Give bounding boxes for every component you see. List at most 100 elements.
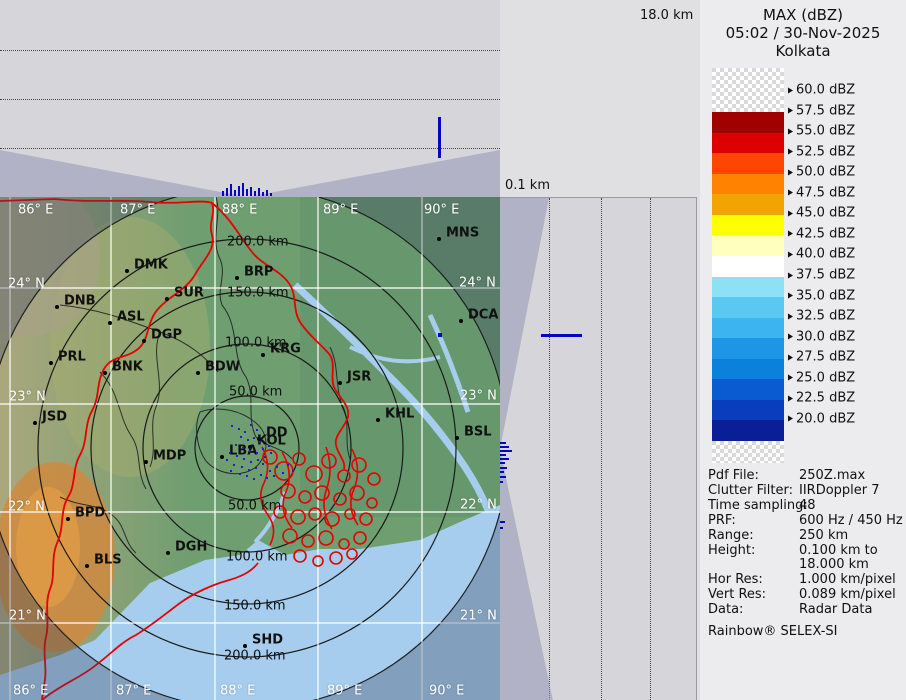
legend-tick-label: 32.5 dBZ: [796, 310, 855, 323]
city-label-SUR: SUR: [174, 287, 204, 300]
city-label-BDW: BDW: [205, 361, 240, 374]
clutter-tick: [242, 183, 244, 196]
clutter-speck: [292, 470, 294, 472]
city-marker-SHD: [243, 644, 247, 648]
legend-tick: 37.5 dBZ: [788, 269, 855, 282]
clutter-tick: [246, 189, 248, 196]
clutter-speck: [250, 424, 252, 426]
range-ring-label: 150.0 km: [227, 287, 289, 300]
clutter-tick: [266, 190, 268, 196]
latitude-label: 24° N: [459, 277, 496, 290]
radar-site-name: Kolkata: [700, 42, 906, 60]
metadata-label: Clutter Filter:: [708, 484, 799, 499]
city-label-BNK: BNK: [112, 361, 143, 374]
clutter-speck: [233, 464, 235, 466]
metadata-value: 250 km: [799, 529, 848, 544]
clutter-tick: [226, 188, 228, 196]
legend-tick: 52.5 dBZ: [788, 145, 855, 158]
clutter-speck: [253, 437, 255, 439]
clutter-tick: [500, 458, 509, 460]
legend-tick: 35.0 dBZ: [788, 289, 855, 302]
metadata-label: Range:: [708, 529, 799, 544]
metadata-value: IIRDoppler 7: [799, 484, 880, 499]
legend-tick: 20.0 dBZ: [788, 412, 855, 425]
clutter-speck: [269, 470, 271, 472]
city-marker-MNS: [437, 237, 441, 241]
city-marker-MDP: [144, 460, 148, 464]
clutter-speck: [257, 459, 259, 461]
color-band-3: [712, 153, 784, 174]
beam-coverage-envelope: [500, 198, 696, 700]
legend-tick-label: 52.5 dBZ: [796, 145, 855, 158]
metadata-value: 250Z.max: [799, 469, 865, 484]
legend-tick: 42.5 dBZ: [788, 227, 855, 240]
longitude-label: 86° E: [18, 204, 53, 217]
color-band-9: [712, 277, 784, 298]
legend-tick-label: 55.0 dBZ: [796, 125, 855, 138]
longitude-label: 88° E: [220, 685, 255, 698]
color-band-5: [712, 194, 784, 215]
color-band-11: [712, 318, 784, 339]
clutter-tick: [230, 184, 232, 196]
legend-tick-label: 20.0 dBZ: [796, 412, 855, 425]
clutter-speck: [226, 459, 228, 461]
clutter-speck: [239, 473, 241, 475]
latitude-label: 22° N: [8, 501, 45, 514]
city-marker-DNB: [55, 305, 59, 309]
color-band-12: [712, 338, 784, 359]
city-label-DGP: DGP: [151, 329, 182, 342]
clutter-speck: [244, 431, 246, 433]
metadata-row: Vert Res:0.089 km/pixel: [708, 588, 904, 603]
color-band-0: [712, 68, 784, 112]
tick-arrow-icon: [788, 375, 793, 381]
clutter-speck: [241, 466, 243, 468]
tick-arrow-icon: [788, 149, 793, 155]
tick-arrow-icon: [788, 108, 793, 114]
range-ring-label: 50.0 km: [228, 500, 281, 513]
clutter-tick: [500, 454, 506, 456]
clutter-speck: [243, 458, 245, 460]
product-metadata: Pdf File:250Z.maxClutter Filter:IIRDoppl…: [708, 469, 904, 639]
legend-tick-label: 30.0 dBZ: [796, 330, 855, 343]
clutter-speck: [259, 441, 261, 443]
longitude-label: 87° E: [120, 204, 155, 217]
longitude-label: 89° E: [323, 204, 358, 217]
legend-tick: 32.5 dBZ: [788, 310, 855, 323]
metadata-value: 1.000 km/pixel: [799, 573, 896, 588]
city-marker-DGH: [166, 551, 170, 555]
legend-tick-label: 50.0 dBZ: [796, 166, 855, 179]
city-marker-KHL: [376, 418, 380, 422]
metadata-row: Height:0.100 km to: [708, 544, 904, 559]
city-marker-DMK: [125, 269, 129, 273]
city-label-DCA: DCA: [468, 309, 498, 322]
clutter-speck: [256, 429, 258, 431]
clutter-speck: [235, 444, 237, 446]
clutter-speck: [229, 452, 231, 454]
city-marker-JSR: [338, 381, 342, 385]
color-band-16: [712, 420, 784, 441]
clutter-speck: [260, 474, 262, 476]
clutter-tick: [238, 186, 240, 196]
metadata-value: 48: [799, 499, 816, 514]
metadata-row: 18.000 km: [708, 558, 904, 573]
clutter-speck: [246, 475, 248, 477]
clutter-tick: [500, 446, 509, 448]
city-label-PRL: PRL: [58, 351, 86, 364]
metadata-label: Pdf File:: [708, 469, 799, 484]
metadata-value: 18.000 km: [799, 558, 869, 573]
city-label-BLS: BLS: [94, 554, 122, 567]
clutter-tick: [500, 527, 503, 529]
color-band-10: [712, 297, 784, 318]
clutter-tick: [500, 462, 505, 464]
city-label-ASL: ASL: [117, 311, 145, 324]
city-marker-ASL: [108, 321, 112, 325]
legend-tick-label: 42.5 dBZ: [796, 227, 855, 240]
city-marker-KRG: [261, 353, 265, 357]
clutter-speck: [247, 439, 249, 441]
tick-arrow-icon: [788, 272, 793, 278]
clutter-speck: [249, 450, 251, 452]
latitude-label: 21° N: [9, 610, 46, 623]
legend-tick-label: 60.0 dBZ: [796, 84, 855, 97]
height-axis-min-label: 0.1 km: [505, 178, 550, 193]
height-gridline: [601, 198, 602, 700]
